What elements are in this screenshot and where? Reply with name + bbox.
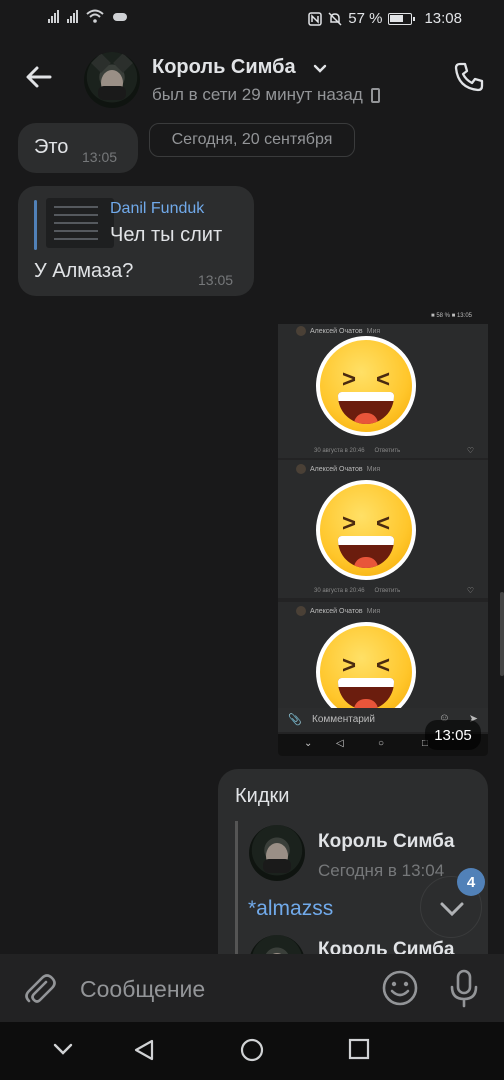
laughing-emoji-icon: > <: [316, 622, 416, 722]
nav-back-icon[interactable]: [132, 1038, 156, 1067]
photo-time: 13:05: [425, 720, 481, 750]
laughing-emoji-icon: > <: [316, 480, 416, 580]
message-bubble-reply[interactable]: Danil Funduk Чел ты слит У Алмаза? 13:05: [18, 186, 254, 296]
post-reply-to: Мия: [366, 465, 381, 473]
message-input[interactable]: Сообщение: [80, 976, 205, 1003]
forwarded-message-bubble[interactable]: Кидки Король Симба Сегодня в 13:04 *alma…: [218, 769, 488, 991]
post-date: 30 августа в 20:46: [314, 588, 365, 594]
nav-back-icon: ◁: [336, 738, 344, 749]
heart-icon: ♡: [466, 586, 474, 595]
attach-icon: 📎: [288, 714, 302, 726]
message-text: Кидки: [235, 785, 290, 807]
back-arrow-icon[interactable]: [22, 60, 56, 94]
photo-message[interactable]: ■ 58 % ■ 13:05 Алексей Очатов Мия > < 30 а…: [278, 310, 488, 756]
nav-home-icon: ○: [378, 738, 385, 749]
last-seen-text: был в сети 29 минут назад: [152, 85, 363, 104]
scrollbar[interactable]: [500, 592, 504, 676]
mute-icon: [328, 11, 342, 26]
message-text: У Алмаза?: [34, 260, 134, 282]
status-bar: 57 % 13:08: [0, 0, 504, 38]
photo-statusbar: ■ 58 % ■ 13:05: [278, 310, 488, 324]
photo-post: Алексей Очатов Мия > <: [278, 602, 488, 722]
chat-header: Король Симба был в сети 29 минут назад: [0, 38, 504, 120]
phone-call-icon[interactable]: [452, 60, 486, 94]
clock: 13:08: [424, 10, 462, 27]
message-bubble[interactable]: Это 13:05: [18, 123, 138, 173]
game-controller-icon: [113, 13, 127, 21]
forwarded-author: Король Симба: [318, 831, 455, 852]
emoji-icon[interactable]: [380, 968, 420, 1008]
laughing-emoji-icon: > <: [316, 336, 416, 436]
system-navigation-bar: [0, 1022, 504, 1080]
avatar[interactable]: [249, 825, 305, 881]
nav-hide-keyboard-icon[interactable]: [52, 1038, 74, 1065]
wifi-icon: [86, 9, 104, 23]
mobile-device-icon: [370, 87, 380, 103]
status-icons-left: [48, 9, 128, 23]
heart-icon: ♡: [466, 446, 474, 455]
post-date: 30 августа в 20:46: [314, 448, 365, 454]
battery-percent: 57 %: [348, 10, 383, 27]
post-reply-to: Мия: [366, 607, 381, 615]
message-composer: Сообщение: [0, 954, 504, 1022]
nav-recent-apps-icon[interactable]: [348, 1038, 370, 1065]
comment-placeholder: Комментарий: [312, 714, 375, 725]
reply-thumbnail[interactable]: [46, 198, 114, 248]
unread-count-badge: 4: [457, 868, 485, 896]
post-reply-action: Ответить: [374, 448, 401, 454]
post-reply-to: Мия: [366, 327, 381, 335]
post-author: Алексей Очатов: [310, 465, 363, 473]
nav-down-icon: ⌄: [304, 738, 313, 749]
nfc-icon: [308, 11, 322, 26]
photo-post: Алексей Очатов Мия > < 30 августа в 20:46 О…: [278, 460, 488, 598]
signal-icon: [48, 9, 59, 23]
post-reply-action: Ответить: [374, 588, 401, 594]
reply-text: Чел ты слит: [110, 224, 223, 246]
date-separator: Сегодня, 20 сентября: [149, 123, 355, 157]
contact-name[interactable]: Король Симба: [152, 56, 296, 79]
forwarded-text[interactable]: *almazss: [248, 897, 333, 921]
photo-post: Алексей Очатов Мия > < 30 августа в 20:46 О…: [278, 324, 488, 458]
signal-icon-2: [67, 9, 78, 23]
post-author: Алексей Очатов: [310, 327, 363, 335]
attach-icon[interactable]: [20, 970, 58, 1008]
avatar[interactable]: [84, 52, 140, 108]
message-time: 13:05: [198, 272, 234, 288]
chevron-down-icon[interactable]: [313, 62, 327, 76]
reply-indicator: [34, 200, 37, 250]
reply-author: Danil Funduk: [110, 200, 205, 217]
battery-icon: [388, 12, 416, 25]
message-time: 13:05: [82, 149, 118, 165]
post-author: Алексей Очатов: [310, 607, 363, 615]
last-seen-status: был в сети 29 минут назад: [152, 85, 380, 105]
microphone-icon[interactable]: [446, 968, 482, 1008]
status-icons-right: 57 % 13:08: [308, 10, 462, 27]
message-text: Это: [34, 136, 69, 158]
nav-home-icon[interactable]: [240, 1038, 264, 1067]
